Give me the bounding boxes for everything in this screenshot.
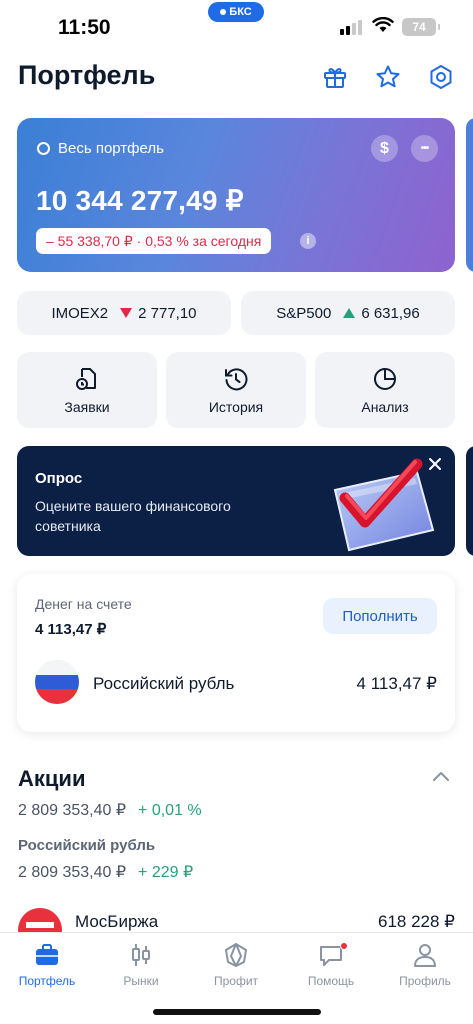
cash-card[interactable]: Денег на счете 4 113,47 ₽ Пополнить Росс… (17, 574, 455, 732)
currency-value: 4 113,47 ₽ (356, 674, 437, 693)
stocks-total-change: + 0,01 % (138, 802, 202, 819)
cash-label: Денег на счете (35, 596, 132, 612)
history-label: История (208, 398, 264, 415)
tab-profile[interactable]: Профиль (378, 941, 472, 988)
portfolio-card[interactable]: Весь портфель $ ••• 10 344 277,49 ₽ – 55… (17, 118, 455, 272)
index-chip-imoex2[interactable]: IMOEX2 2 777,10 (17, 291, 231, 335)
stocks-total: 2 809 353,40 ₽ + 0,01 % (18, 800, 202, 820)
portfolio-label: Весь портфель (58, 140, 164, 157)
signal-icon (340, 20, 362, 35)
tab-label: Помощь (307, 974, 355, 988)
tab-portfolio[interactable]: Портфель (0, 941, 94, 988)
stock-value: 618 228 ₽ (378, 912, 455, 931)
tab-label: Профит (213, 974, 259, 988)
portfolio-amount: 10 344 277,49 ₽ (36, 185, 244, 216)
next-banner-peek[interactable] (466, 446, 473, 556)
more-button[interactable]: ••• (411, 135, 438, 162)
analysis-pie-icon (374, 367, 396, 390)
profit-hexagon-icon (225, 943, 247, 967)
tab-label: Портфель (18, 974, 76, 988)
more-dots-icon: ••• (420, 143, 429, 154)
arrow-up-icon (343, 308, 356, 318)
currency-button[interactable]: $ (371, 135, 398, 162)
stocks-group-total: 2 809 353,40 ₽ + 229 ₽ (18, 862, 193, 882)
index-value: 2 777,10 (138, 304, 197, 322)
stocks-section-title: Акции (18, 766, 86, 791)
tab-profit[interactable]: Профит (189, 941, 283, 988)
arrow-down-icon (120, 308, 133, 318)
analysis-button[interactable]: Анализ (315, 352, 455, 428)
stocks-group-change: + 229 ₽ (138, 864, 194, 881)
page-title: Портфель (18, 60, 156, 90)
wifi-icon (372, 17, 394, 32)
orders-label: Заявки (64, 398, 110, 415)
portfolio-selector[interactable]: Весь портфель (37, 140, 164, 157)
close-icon[interactable] (427, 456, 443, 472)
next-card-peek[interactable] (466, 118, 473, 272)
analysis-label: Анализ (361, 398, 409, 415)
portfolio-daily-change: – 55 338,70 ₽ · 0,53 % за сегодня (36, 228, 272, 254)
home-indicator[interactable] (153, 1009, 321, 1015)
stocks-group-title: Российский рубль (18, 837, 156, 854)
dollar-icon: $ (380, 139, 389, 157)
info-icon[interactable]: i (300, 233, 316, 249)
settings-hexagon-icon[interactable] (426, 62, 456, 92)
topup-button[interactable]: Пополнить (323, 598, 437, 634)
tab-label: Профиль (399, 974, 451, 988)
survey-banner[interactable]: Опрос Оцените вашего финансового советни… (17, 446, 455, 556)
index-name: IMOEX2 (51, 304, 109, 322)
person-icon (414, 944, 436, 967)
info-glyph: i (306, 235, 310, 247)
stocks-total-value: 2 809 353,40 ₽ (18, 802, 127, 819)
orders-icon (76, 367, 96, 390)
radio-icon (37, 142, 50, 155)
cash-amount: 4 113,47 ₽ (35, 621, 107, 638)
index-chip-sp500[interactable]: S&P500 6 631,96 (241, 291, 455, 335)
gift-icon[interactable] (320, 62, 350, 92)
status-bar: 11:50 БКС 74 (0, 0, 473, 56)
orders-button[interactable]: Заявки (17, 352, 157, 428)
star-icon[interactable] (373, 62, 403, 92)
stock-name: МосБиржа (75, 912, 159, 931)
briefcase-icon (36, 944, 58, 965)
status-time: 11:50 (58, 16, 111, 39)
stocks-group-value: 2 809 353,40 ₽ (18, 864, 127, 881)
tab-markets[interactable]: Рынки (94, 941, 188, 988)
index-value: 6 631,96 (361, 304, 420, 322)
chevron-up-icon[interactable] (432, 770, 450, 782)
currency-name: Российский рубль (93, 674, 235, 693)
index-name: S&P500 (276, 304, 332, 322)
candlestick-icon (132, 944, 150, 966)
battery-level: 74 (412, 20, 426, 34)
history-button[interactable]: История (166, 352, 306, 428)
tab-label: Рынки (123, 974, 159, 988)
island-label: БКС (229, 6, 252, 18)
notification-dot (340, 942, 348, 950)
russia-flag-icon (35, 660, 79, 704)
battery-icon: 74 (402, 18, 440, 36)
bcs-logo-icon (220, 9, 227, 15)
history-icon (225, 367, 248, 390)
survey-title: Опрос (35, 470, 83, 487)
survey-text: Оцените вашего финансового советника (35, 498, 231, 534)
tab-help[interactable]: Помощь (284, 941, 378, 988)
dynamic-island-badge: БКС (208, 2, 264, 22)
